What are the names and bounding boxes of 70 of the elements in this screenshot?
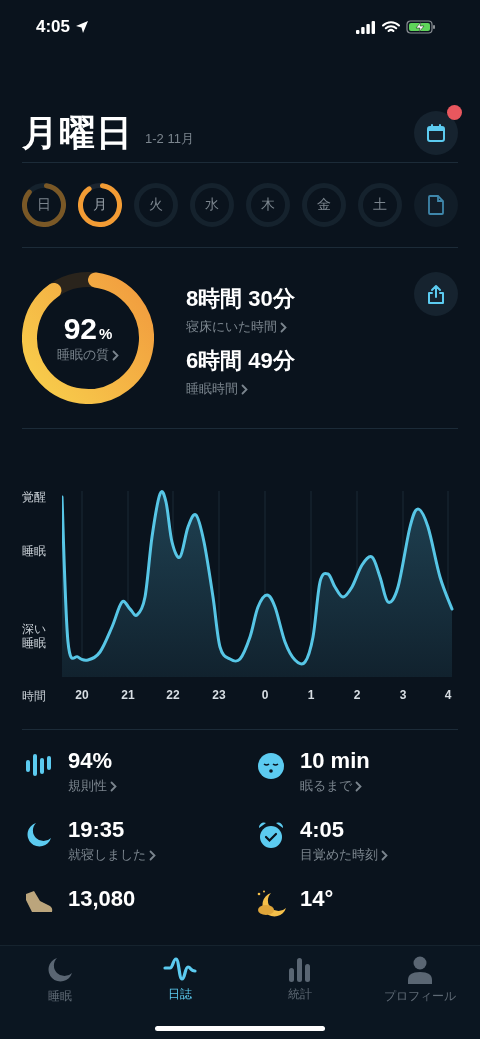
stat-value: 19:35 bbox=[68, 817, 126, 843]
duration-value: 6時間 49分 bbox=[186, 347, 296, 375]
share-icon bbox=[427, 284, 445, 304]
x-tick-label: 20 bbox=[75, 688, 89, 702]
stat-value: 94% bbox=[68, 748, 114, 774]
quality-link[interactable]: 睡眠の質 bbox=[57, 346, 119, 364]
bars-icon bbox=[24, 752, 54, 776]
stat-link[interactable]: 規則性 bbox=[68, 777, 117, 795]
wave-icon bbox=[163, 956, 197, 982]
day-ring[interactable]: 月 bbox=[78, 183, 122, 227]
stat-value: 14° bbox=[300, 886, 334, 912]
stat-link[interactable]: 目覚めた時刻 bbox=[300, 846, 388, 864]
shoe-icon bbox=[24, 890, 54, 914]
battery-charging-icon bbox=[406, 20, 436, 34]
stat-value: 4:05 bbox=[300, 817, 346, 843]
duration-link[interactable]: 睡眠時間 bbox=[186, 380, 414, 398]
day-ring[interactable]: 金 bbox=[302, 183, 346, 227]
day-ring[interactable]: 木 bbox=[246, 183, 290, 227]
x-tick-label: 0 bbox=[261, 688, 269, 702]
x-tick-label: 3 bbox=[399, 688, 407, 702]
status-time: 4:05 bbox=[36, 17, 71, 37]
day-ring[interactable]: 火 bbox=[134, 183, 178, 227]
duration-value: 8時間 30分 bbox=[186, 285, 296, 313]
x-tick-label: 22 bbox=[166, 688, 180, 702]
stat-link[interactable]: 眠るまで bbox=[300, 777, 370, 795]
chevron-right-icon bbox=[280, 321, 287, 333]
alarm-clock-icon bbox=[257, 821, 285, 849]
person-icon bbox=[407, 956, 433, 984]
location-arrow-icon bbox=[75, 20, 90, 34]
x-tick-label: 4 bbox=[444, 688, 452, 702]
calendar-button[interactable] bbox=[414, 111, 458, 155]
chevron-right-icon bbox=[149, 849, 156, 861]
day-ring[interactable]: 水 bbox=[190, 183, 234, 227]
moon-cloud-icon bbox=[255, 890, 287, 918]
x-axis-label: 時間 bbox=[22, 687, 47, 705]
x-tick-label: 2 bbox=[353, 688, 361, 702]
moon-icon bbox=[25, 821, 53, 849]
stat-value: 10 min bbox=[300, 748, 370, 774]
tab[interactable]: 睡眠 bbox=[0, 956, 120, 1005]
x-tick-label: 21 bbox=[121, 688, 135, 702]
bar-chart-icon bbox=[287, 956, 313, 982]
x-tick-label: 1 bbox=[307, 688, 315, 702]
document-icon bbox=[428, 195, 444, 215]
chevron-right-icon bbox=[112, 349, 119, 361]
stat-value: 13,080 bbox=[68, 886, 136, 912]
calendar-icon bbox=[426, 123, 446, 143]
tab[interactable]: 日誌 bbox=[120, 956, 240, 1003]
chevron-right-icon bbox=[381, 849, 388, 861]
stat-link[interactable]: 就寝しました bbox=[68, 846, 156, 864]
y-axis-label: 深い睡眠 bbox=[22, 623, 46, 651]
day-ring[interactable]: 日 bbox=[22, 183, 66, 227]
chevron-right-icon bbox=[241, 383, 248, 395]
wifi-icon bbox=[382, 20, 400, 34]
day-ring[interactable]: 土 bbox=[358, 183, 402, 227]
y-axis-label: 睡眠 bbox=[22, 545, 46, 559]
moon-icon bbox=[46, 956, 74, 984]
quality-score: 92% bbox=[63, 312, 113, 346]
tab[interactable]: プロフィール bbox=[360, 956, 480, 1005]
date-range: 1-2 11月 bbox=[145, 130, 195, 148]
chevron-right-icon bbox=[110, 780, 117, 792]
share-button[interactable] bbox=[414, 272, 458, 316]
duration-link[interactable]: 寝床にいた時間 bbox=[186, 318, 414, 336]
chevron-right-icon bbox=[355, 780, 362, 792]
day-title: 月曜日 bbox=[22, 110, 133, 155]
y-axis-label: 覚醒 bbox=[22, 491, 46, 505]
report-button[interactable] bbox=[414, 183, 458, 227]
x-tick-label: 23 bbox=[212, 688, 226, 702]
signal-icon bbox=[356, 20, 376, 34]
tab[interactable]: 統計 bbox=[240, 956, 360, 1003]
sleepy-face-icon bbox=[257, 752, 285, 780]
